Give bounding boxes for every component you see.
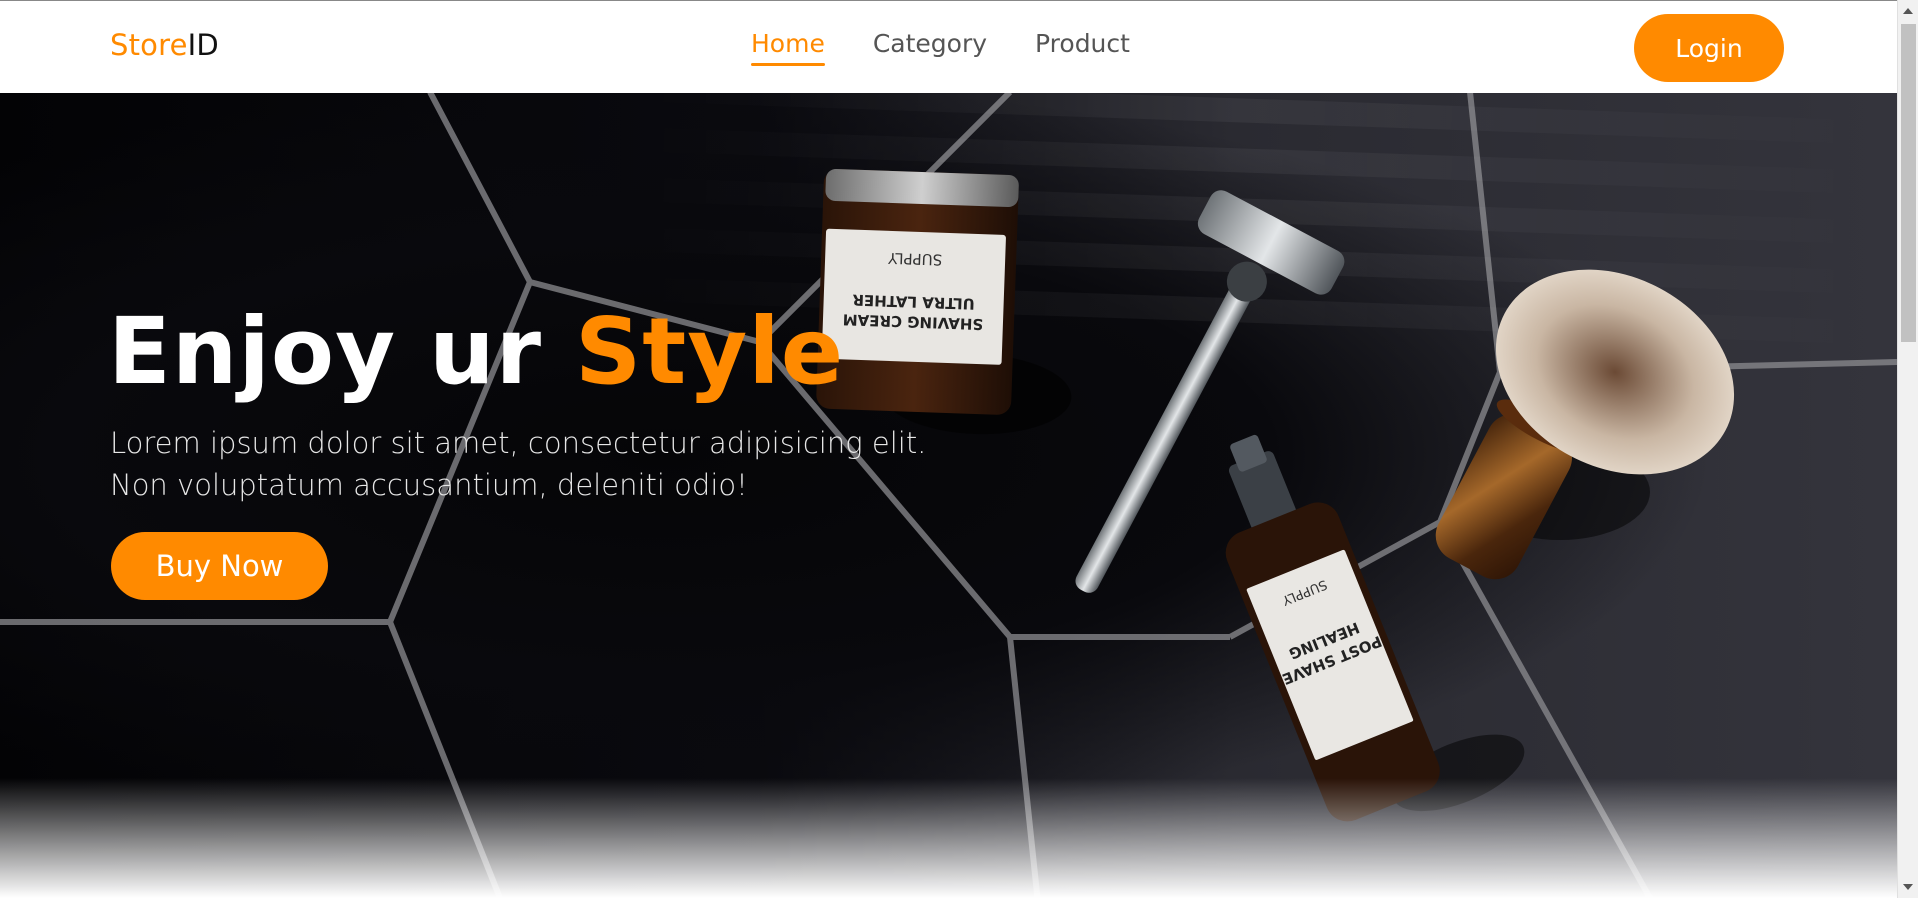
brand-logo-accent: Store — [110, 28, 188, 62]
hero-description-line1: Lorem ipsum dolor sit amet, consectetur … — [110, 426, 927, 460]
jar-label-brand: SUPPLY — [887, 249, 943, 269]
nav-link-home[interactable]: Home — [751, 29, 825, 66]
hero-title: Enjoy ur Style — [108, 298, 844, 405]
login-button[interactable]: Login — [1634, 14, 1784, 82]
brand-logo[interactable]: StoreID — [110, 28, 219, 62]
scrollbar-thumb[interactable] — [1901, 24, 1916, 342]
buy-now-button[interactable]: Buy Now — [111, 532, 328, 600]
nav-link-product[interactable]: Product — [1035, 29, 1130, 58]
hero-title-accent: Style — [574, 298, 845, 405]
navbar: StoreID Home Category Product Login — [0, 0, 1897, 93]
scroll-down-arrow-icon[interactable] — [1903, 884, 1913, 890]
hero-section: SUPPLY ULTRA LATHER SHAVING CREAM SUPPLY… — [0, 92, 1897, 898]
hero-title-main: Enjoy ur — [108, 298, 575, 405]
page-scrollbar[interactable] — [1897, 0, 1918, 898]
nav-link-category[interactable]: Category — [873, 29, 987, 58]
scroll-up-arrow-icon[interactable] — [1903, 8, 1913, 14]
hero-description-line2: Non voluptatum accusantium, deleniti odi… — [110, 468, 748, 502]
nav-menu: Home Category Product — [751, 29, 1130, 66]
hero-bottom-fade — [0, 778, 1897, 898]
brand-logo-rest: ID — [187, 28, 219, 62]
hero-description: Lorem ipsum dolor sit amet, consectetur … — [110, 422, 970, 506]
